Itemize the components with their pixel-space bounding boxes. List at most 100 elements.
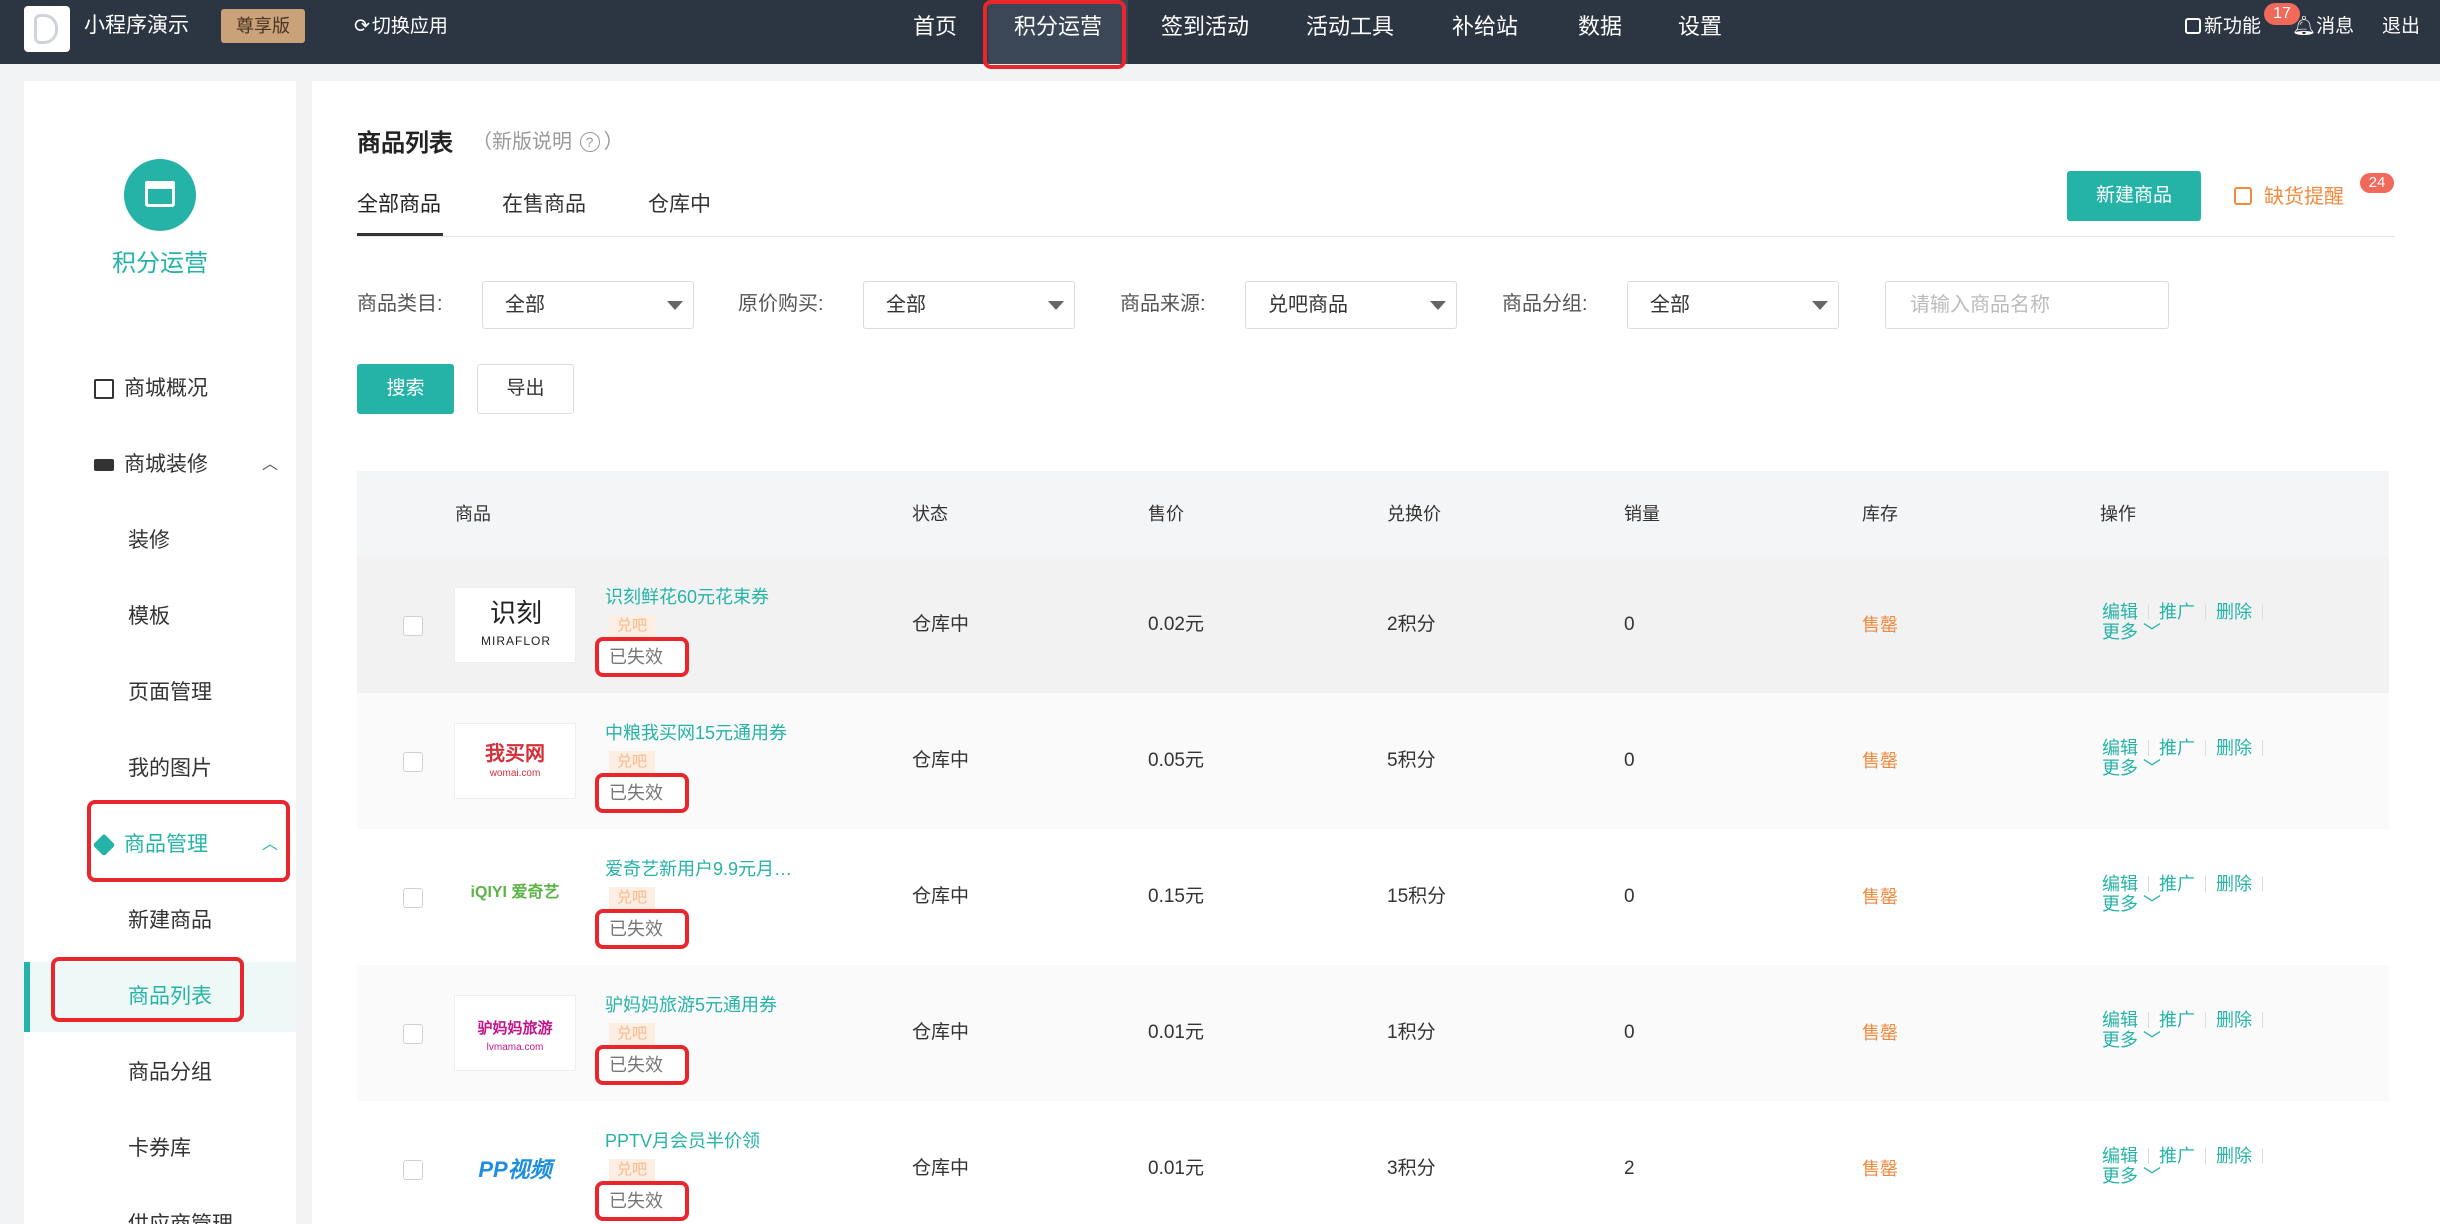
divider (2205, 740, 2206, 756)
more-label: 更多 (2102, 1030, 2138, 1050)
sidebar-subitem-template[interactable]: 模板 (24, 582, 296, 652)
stock-alert-link[interactable]: 缺货提醒 (2234, 183, 2344, 211)
stock-cell: 售罄 (1862, 615, 1898, 635)
edit-link[interactable]: 编辑 (2102, 1146, 2138, 1166)
edit-link[interactable]: 编辑 (2102, 738, 2138, 758)
status-cell: 仓库中 (912, 750, 970, 771)
divider (2262, 740, 2263, 756)
goods-name-link[interactable]: 驴妈妈旅游5元通用券 (605, 993, 777, 1017)
col-header-price: 售价 (1148, 504, 1184, 524)
goods-thumbnail[interactable]: 识刻 MIRAFLOR (454, 587, 576, 663)
app-logo[interactable] (24, 6, 70, 52)
tab-on-sale[interactable]: 在售商品 (502, 191, 586, 219)
nav-points-operation[interactable]: 积分运营 (988, 0, 1128, 64)
sidebar-subitem-goods-list[interactable]: 商品列表 (24, 962, 296, 1032)
row-actions: 编辑 推广 删除 更多 ﹀ (2102, 1145, 2273, 1187)
goods-name-search-input[interactable]: 请输入商品名称 (1885, 281, 2169, 329)
filter-select-source[interactable]: 兑吧商品 (1245, 281, 1457, 329)
chevron-up-icon[interactable]: ︿ (262, 810, 278, 880)
sidebar-item-label: 商城装修 (124, 453, 208, 476)
nav-data[interactable]: 数据 (1565, 0, 1635, 64)
status-cell: 仓库中 (912, 886, 970, 907)
new-features-link[interactable]: 新功能 (2185, 14, 2261, 40)
chevron-down-icon: ﹀ (2143, 758, 2162, 778)
goods-name-link[interactable]: 爱奇艺新用户9.9元月… (605, 857, 792, 881)
delete-link[interactable]: 删除 (2216, 1146, 2252, 1166)
goods-thumbnail[interactable]: 我买网 womai.com (454, 723, 576, 799)
chevron-up-icon[interactable]: ︿ (262, 430, 278, 500)
sidebar-subitem-label: 商品分组 (128, 1061, 212, 1084)
help-icon[interactable]: ? (579, 132, 600, 152)
tab-all-goods[interactable]: 全部商品 (357, 191, 441, 219)
sidebar-item-overview[interactable]: 商城概况 (24, 354, 296, 424)
delete-link[interactable]: 删除 (2216, 1010, 2252, 1030)
filter-select-group[interactable]: 全部 (1627, 281, 1839, 329)
nav-activity-tools[interactable]: 活动工具 (1295, 0, 1405, 64)
stock-cell: 售罄 (1862, 751, 1898, 771)
goods-name-link[interactable]: PPTV月会员半价领 (605, 1129, 760, 1153)
sidebar-subitem-page-management[interactable]: 页面管理 (24, 658, 296, 728)
delete-link[interactable]: 删除 (2216, 874, 2252, 894)
nav-settings[interactable]: 设置 (1665, 0, 1735, 64)
search-button[interactable]: 搜索 (357, 364, 454, 414)
sidebar-subitem-my-images[interactable]: 我的图片 (24, 734, 296, 804)
divider (2205, 876, 2206, 892)
goods-thumbnail[interactable]: 驴妈妈旅游 lvmama.com (454, 995, 576, 1071)
sidebar-subitem-supplier-management[interactable]: 供应商管理 (24, 1190, 296, 1224)
goods-name-link[interactable]: 识刻鲜花60元花束券 (605, 585, 769, 609)
delete-link[interactable]: 删除 (2216, 602, 2252, 622)
row-checkbox[interactable] (403, 1160, 423, 1180)
edit-link[interactable]: 编辑 (2102, 1010, 2138, 1030)
row-checkbox[interactable] (403, 1024, 423, 1044)
nav-supply-station[interactable]: 补给站 (1440, 0, 1530, 64)
promote-link[interactable]: 推广 (2159, 738, 2195, 758)
new-goods-button[interactable]: 新建商品 (2067, 171, 2201, 221)
sidebar-item-goods-management[interactable]: 商品管理 ︿ (24, 810, 296, 880)
sidebar-subitem-new-goods[interactable]: 新建商品 (24, 886, 296, 956)
logout-link[interactable]: 退出 (2382, 14, 2420, 40)
more-dropdown[interactable]: 更多 ﹀ (2102, 621, 2273, 643)
more-dropdown[interactable]: 更多 ﹀ (2102, 1165, 2273, 1187)
points-price-cell: 2积分 (1387, 614, 1436, 635)
delete-link[interactable]: 删除 (2216, 738, 2252, 758)
row-checkbox[interactable] (403, 752, 423, 772)
version-note[interactable]: （新版说明 ?） (472, 125, 624, 154)
goods-name-link[interactable]: 中粮我买网15元通用券 (605, 721, 787, 745)
sidebar-subitem-label: 供应商管理 (128, 1190, 233, 1224)
filter-select-category[interactable]: 全部 (482, 281, 694, 329)
promote-link[interactable]: 推广 (2159, 1010, 2195, 1030)
divider (2205, 1148, 2206, 1164)
source-tag: 兑吧 (609, 751, 656, 773)
messages-label: 消息 (2316, 16, 2355, 37)
more-dropdown[interactable]: 更多 ﹀ (2102, 757, 2273, 779)
nav-home[interactable]: 首页 (900, 0, 970, 64)
messages-link[interactable]: 🔔︎消息 (2292, 14, 2354, 40)
filter-select-original-price[interactable]: 全部 (863, 281, 1075, 329)
sidebar-subitem-goods-group[interactable]: 商品分组 (24, 1038, 296, 1108)
edit-link[interactable]: 编辑 (2102, 874, 2138, 894)
new-features-icon (2185, 18, 2201, 34)
sidebar-subitem-coupon-library[interactable]: 卡券库 (24, 1114, 296, 1184)
sidebar-subitem-decorate[interactable]: 装修 (24, 506, 296, 576)
more-dropdown[interactable]: 更多 ﹀ (2102, 1029, 2273, 1051)
table-row: 驴妈妈旅游 lvmama.com 驴妈妈旅游5元通用券 兑吧 已失效 仓库中 0.… (357, 965, 2389, 1101)
caret-down-icon (1812, 301, 1828, 310)
row-checkbox[interactable] (403, 888, 423, 908)
row-checkbox[interactable] (403, 616, 423, 636)
caret-down-icon (667, 301, 683, 310)
promote-link[interactable]: 推广 (2159, 874, 2195, 894)
tab-in-warehouse[interactable]: 仓库中 (648, 191, 711, 219)
edit-link[interactable]: 编辑 (2102, 602, 2138, 622)
goods-thumbnail[interactable]: PP视频 (454, 1131, 576, 1207)
promote-link[interactable]: 推广 (2159, 602, 2195, 622)
goods-thumbnail[interactable]: iQIYI 爱奇艺 (454, 859, 576, 935)
nav-checkin-activity[interactable]: 签到活动 (1150, 0, 1260, 64)
status-cell: 仓库中 (912, 614, 970, 635)
switch-app-button[interactable]: ⟳ 切换应用 (354, 13, 448, 41)
shop-icon (145, 181, 175, 207)
status-cell: 仓库中 (912, 1022, 970, 1043)
promote-link[interactable]: 推广 (2159, 1146, 2195, 1166)
more-dropdown[interactable]: 更多 ﹀ (2102, 893, 2273, 915)
sidebar-item-decoration[interactable]: 商城装修 ︿ (24, 430, 296, 500)
export-button[interactable]: 导出 (477, 364, 574, 414)
